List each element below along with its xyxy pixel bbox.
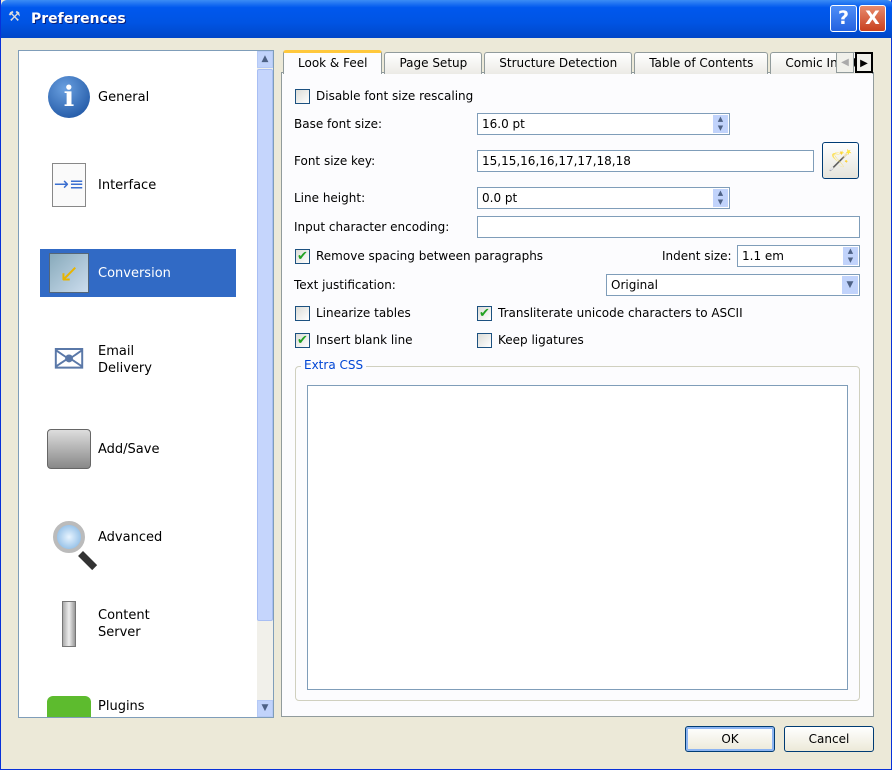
base-font-size-spinbox[interactable]: 16.0 pt ▲ ▼ — [477, 113, 730, 135]
sidebar-item-email-delivery[interactable]: ✉ Email Delivery — [40, 336, 236, 384]
magic-wand-icon: 🪄 — [828, 148, 853, 172]
keep-ligatures-label: Keep ligatures — [498, 333, 584, 347]
line-height-value: 0.0 pt — [482, 191, 518, 205]
transliterate-checkbox[interactable]: ✔ — [477, 306, 492, 321]
sidebar-item-interface[interactable]: →≡ Interface — [40, 161, 236, 209]
sidebar-item-label: Interface — [98, 177, 157, 193]
font-size-key-input[interactable]: 15,15,16,16,17,17,18,18 — [477, 150, 814, 172]
tab-scroll-left-button[interactable]: ◀ — [836, 52, 854, 73]
sidebar-item-label: Content Server — [98, 607, 150, 641]
label-line-2: Server — [98, 625, 141, 640]
extra-css-label: Extra CSS — [301, 358, 367, 372]
line-height-spinbox[interactable]: 0.0 pt ▲ ▼ — [477, 187, 730, 209]
help-button[interactable]: ? — [830, 5, 857, 32]
label-line-1: Email — [98, 344, 135, 359]
extra-css-textarea[interactable] — [307, 385, 848, 690]
ok-button[interactable]: OK — [685, 726, 775, 752]
sidebar-item-conversion[interactable]: ↙ Conversion — [40, 249, 236, 297]
sidebar-item-label: Plugins — [98, 699, 145, 714]
linearize-tables-checkbox[interactable] — [295, 306, 310, 321]
line-height-label: Line height: — [294, 191, 366, 205]
keep-ligatures-checkbox[interactable] — [477, 333, 492, 348]
conversion-icon: ↙ — [44, 250, 94, 296]
sidebar-item-plugins[interactable]: Plugins — [40, 688, 236, 717]
category-list: i General →≡ Interface ↙ Conversion ✉ Em… — [18, 50, 274, 718]
scroll-up-button[interactable]: ▲ — [257, 51, 273, 68]
cancel-button[interactable]: Cancel — [784, 726, 874, 752]
font-size-wizard-button[interactable]: 🪄 — [822, 142, 859, 179]
spin-arrows-icon[interactable]: ▲ ▼ — [713, 115, 728, 133]
encoding-label: Input character encoding: — [294, 220, 450, 234]
insert-blank-line-checkbox[interactable]: ✔ — [295, 333, 310, 348]
chevron-down-icon[interactable]: ▼ — [842, 276, 858, 294]
puzzle-icon — [44, 688, 94, 717]
close-button[interactable]: X — [859, 5, 886, 32]
hard-drive-icon — [44, 426, 94, 472]
spin-arrows-icon[interactable]: ▲ ▼ — [843, 247, 858, 265]
info-icon: i — [44, 74, 94, 120]
sidebar-item-general[interactable]: i General — [40, 73, 236, 121]
indent-size-label: Indent size: — [662, 249, 732, 263]
hammer-icon: ⚒ — [8, 9, 21, 25]
sidebar-item-label: Add/Save — [98, 441, 160, 457]
tab-page-setup[interactable]: Page Setup — [384, 52, 483, 74]
label-line-1: Content — [98, 608, 150, 623]
email-icon: ✉ — [52, 337, 86, 383]
tab-bar: Look & Feel Page Setup Structure Detecti… — [283, 50, 875, 74]
sidebar-item-label: Email Delivery — [98, 343, 152, 377]
text-justification-value: Original — [611, 278, 658, 292]
text-justification-label: Text justification: — [294, 278, 396, 292]
font-size-key-label: Font size key: — [294, 154, 376, 168]
insert-blank-line-label: Insert blank line — [316, 333, 413, 347]
remove-spacing-checkbox[interactable]: ✔ — [295, 249, 310, 264]
disable-rescaling-checkbox[interactable] — [295, 89, 310, 104]
label-line-2: Delivery — [98, 361, 152, 376]
title-bar[interactable]: ⚒ Preferences ? X — [1, 0, 892, 38]
preferences-window: ⚒ Preferences ? X i General →≡ Interface… — [0, 0, 892, 770]
scroll-thumb[interactable] — [257, 69, 273, 621]
window-title: Preferences — [31, 11, 126, 27]
sidebar-item-label: Advanced — [98, 529, 163, 545]
tab-structure-detection[interactable]: Structure Detection — [484, 52, 633, 74]
list-scrollbar[interactable]: ▲ ▼ — [257, 51, 273, 717]
sidebar-item-content-server[interactable]: Content Server — [40, 600, 236, 648]
remove-spacing-label: Remove spacing between paragraphs — [316, 249, 544, 263]
transliterate-label: Transliterate unicode characters to ASCI… — [498, 306, 743, 320]
tab-look-and-feel[interactable]: Look & Feel — [283, 50, 383, 74]
interface-icon: →≡ — [44, 162, 94, 208]
text-justification-select[interactable]: Original ▼ — [606, 274, 860, 296]
base-font-size-value: 16.0 pt — [482, 117, 525, 131]
tab-table-of-contents[interactable]: Table of Contents — [634, 52, 769, 74]
font-size-key-value: 15,15,16,16,17,17,18,18 — [482, 154, 631, 168]
disable-rescaling-label: Disable font size rescaling — [316, 89, 474, 103]
linearize-tables-label: Linearize tables — [316, 306, 411, 320]
indent-size-spinbox[interactable]: 1.1 em ▲ ▼ — [737, 245, 860, 267]
sidebar-item-label: General — [98, 89, 150, 105]
tab-scroll-right-button[interactable]: ▶ — [855, 52, 873, 73]
server-icon — [44, 601, 94, 647]
sidebar-item-advanced[interactable]: Advanced — [40, 513, 236, 571]
encoding-input[interactable] — [477, 216, 860, 238]
spin-arrows-icon[interactable]: ▲ ▼ — [713, 189, 728, 207]
sidebar-item-label: Conversion — [98, 265, 171, 281]
scroll-down-button[interactable]: ▼ — [257, 700, 273, 717]
indent-size-value: 1.1 em — [742, 249, 784, 263]
magnifier-icon — [44, 514, 98, 571]
base-font-size-label: Base font size: — [294, 117, 383, 131]
sidebar-item-add-save[interactable]: Add/Save — [40, 425, 236, 473]
